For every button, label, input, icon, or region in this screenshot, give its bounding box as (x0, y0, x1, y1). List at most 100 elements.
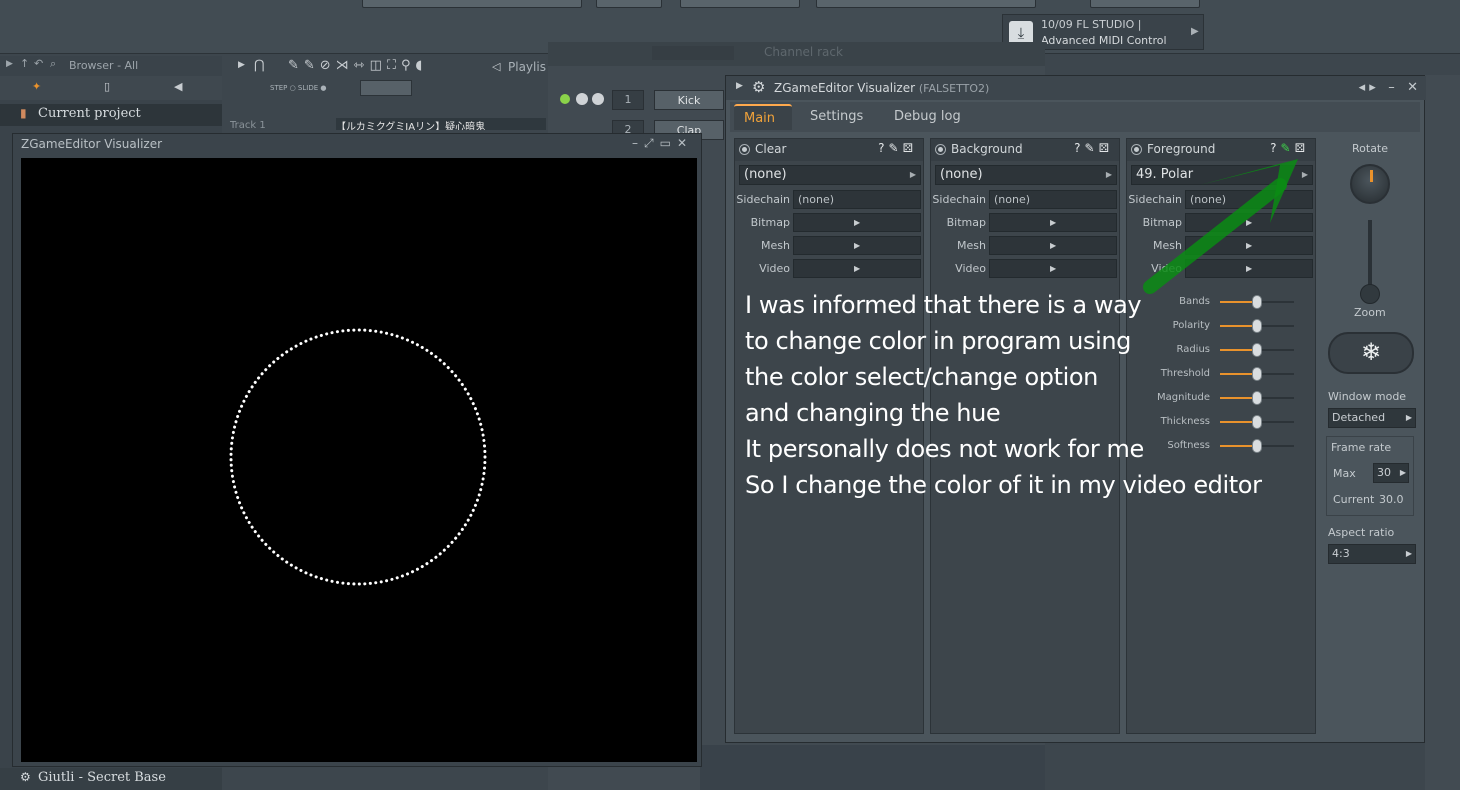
sidechain-select[interactable]: (none) (989, 190, 1117, 209)
playlist-toolbar: ▶ ⋂ ✎✎⊘⋊⇿◫⛶⚲◖ Playlis ◁ STEP ○ SLIDE ● T… (226, 56, 548, 131)
palette-icon[interactable]: ✎ (1085, 141, 1099, 155)
volume-knob[interactable] (576, 93, 588, 105)
effect-select[interactable]: (none) ▶ (739, 165, 921, 185)
aspect-ratio-label: Aspect ratio (1328, 526, 1395, 539)
channel-rack-title[interactable]: Channel rack (764, 45, 843, 59)
window-mode-value: Detached (1332, 411, 1386, 424)
note-line: It personally does not work for me (745, 435, 1144, 463)
tab-debug-log[interactable]: Debug log (884, 104, 974, 130)
chevron-right-icon[interactable]: ▶ (6, 59, 13, 69)
tempo-display[interactable] (680, 0, 800, 8)
zge-title-text: ZGameEditor Visualizer (774, 81, 916, 95)
chevron-right-icon[interactable]: ▶ (736, 81, 743, 91)
random-icon[interactable]: ⚄ (1099, 141, 1113, 155)
panel-icons: ?✎⚄ (1074, 141, 1113, 155)
close-icon[interactable]: ✕ (1407, 80, 1418, 95)
fullscreen-icon[interactable]: ⤢ (644, 136, 660, 150)
snap-select[interactable] (360, 80, 412, 96)
star-icon[interactable]: ✦ (32, 80, 41, 93)
folder-icon: ▮ (20, 106, 27, 120)
bitmap-select[interactable]: ▶ (793, 213, 921, 232)
max-fps-select[interactable]: 30 ▶ (1373, 463, 1409, 483)
minimize-icon[interactable]: – (632, 136, 644, 150)
toolbar-buttons[interactable] (816, 0, 1036, 8)
playlist-label[interactable]: Playlis (508, 60, 546, 74)
chevron-right-icon[interactable]: ▶ (1191, 26, 1199, 37)
layer-enable-radio[interactable] (935, 144, 946, 155)
pattern-select[interactable] (596, 0, 662, 8)
video-select[interactable]: ▶ (989, 259, 1117, 278)
zoom-handle[interactable] (1360, 284, 1380, 304)
pan-knob[interactable] (592, 93, 604, 105)
maximize-icon[interactable]: ▭ (660, 136, 677, 150)
prev-preset-icon[interactable]: ◂ (1359, 80, 1366, 95)
tool-icons[interactable]: ✎✎⊘⋊⇿◫⛶⚲◖ (288, 58, 427, 73)
sidechain-row: Sidechain (none) (931, 190, 1119, 210)
browser-item-current-project[interactable]: ▮ Current project (0, 104, 222, 126)
step-label[interactable]: STEP ○ SLIDE ● (270, 84, 326, 92)
rotate-knob[interactable] (1350, 164, 1390, 204)
palette-icon[interactable]: ✎ (889, 141, 903, 155)
chevron-right-icon: ▶ (854, 241, 861, 250)
tab-settings[interactable]: Settings (800, 104, 876, 130)
layer-enable-radio[interactable] (739, 144, 750, 155)
up-arrow-icon[interactable]: ↑ (20, 57, 29, 70)
browser-footer-song[interactable]: ⚙ Giutli - Secret Base (0, 768, 222, 790)
browser-filter-label[interactable]: Browser - All (69, 59, 138, 72)
bitmap-select[interactable]: ▶ (989, 213, 1117, 232)
panel-header: Background ?✎⚄ (931, 139, 1119, 161)
video-row: Video ▶ (735, 259, 923, 279)
toolbar-buttons-right[interactable] (1090, 0, 1200, 8)
tab-main[interactable]: Main (734, 104, 792, 130)
playlist-clip[interactable]: 【ルカミクグミIAリン】疑心暗鬼 (336, 118, 546, 130)
undo-icon[interactable]: ↶ (34, 57, 43, 70)
document-icon[interactable]: ▯ (104, 80, 110, 93)
visualizer-canvas[interactable] (21, 158, 697, 762)
field-label: Bitmap (946, 216, 986, 229)
chevron-right-icon: ▶ (1405, 413, 1412, 422)
channel-name-button[interactable]: Kick (654, 90, 724, 110)
zoom-slider[interactable] (1368, 220, 1372, 290)
magnet-icon[interactable]: ⋂ (254, 58, 265, 73)
help-icon[interactable]: ? (878, 141, 888, 155)
hint-title: 10/09 FL STUDIO | (1041, 18, 1142, 31)
speaker-icon[interactable]: ◁ (492, 60, 500, 73)
effect-value: (none) (744, 167, 787, 182)
mesh-row: Mesh ▶ (735, 236, 923, 256)
effect-select[interactable]: (none) ▶ (935, 165, 1117, 185)
snowflake-icon[interactable]: ❄ (1328, 332, 1414, 374)
gear-icon[interactable]: ⚙ (752, 78, 765, 96)
chevron-right-icon: ▶ (854, 264, 861, 273)
field-label: Mesh (761, 239, 790, 252)
filter-select[interactable] (652, 46, 734, 60)
aspect-ratio-select[interactable]: 4:3 ▶ (1328, 544, 1416, 564)
chevron-right-icon[interactable]: ▶ (238, 60, 245, 70)
minimize-icon[interactable]: – (1388, 80, 1395, 95)
channel-number[interactable]: 1 (612, 90, 644, 110)
search-icon[interactable]: ⌕ (50, 57, 56, 71)
field-label: Bitmap (750, 216, 790, 229)
field-label: Video (955, 262, 986, 275)
random-icon[interactable]: ⚄ (903, 141, 917, 155)
sidechain-value: (none) (994, 193, 1031, 206)
panel-header: Clear ?✎⚄ (735, 139, 923, 161)
channel-led[interactable] (560, 94, 570, 104)
speaker-icon[interactable]: ◀ (174, 80, 182, 93)
window-mode-select[interactable]: Detached ▶ (1328, 408, 1416, 428)
note-line: the color select/change option (745, 363, 1098, 391)
hint-subtitle: Advanced MIDI Control (1041, 34, 1167, 47)
toolbar-strip[interactable] (362, 0, 582, 8)
next-preset-icon[interactable]: ▸ (1369, 80, 1376, 95)
mesh-select[interactable]: ▶ (793, 236, 921, 255)
sidechain-select[interactable]: (none) (793, 190, 921, 209)
video-select[interactable]: ▶ (793, 259, 921, 278)
close-icon[interactable]: ✕ (677, 136, 693, 150)
mesh-select[interactable]: ▶ (989, 236, 1117, 255)
channel-row[interactable]: 1 Kick (548, 88, 724, 114)
panel-title: Background (951, 142, 1023, 156)
current-fps-value: 30.0 (1379, 493, 1404, 506)
help-icon[interactable]: ? (1074, 141, 1084, 155)
browser-item-label: Current project (38, 106, 141, 121)
arrow-shaft (1143, 178, 1287, 294)
field-label: Mesh (957, 239, 986, 252)
